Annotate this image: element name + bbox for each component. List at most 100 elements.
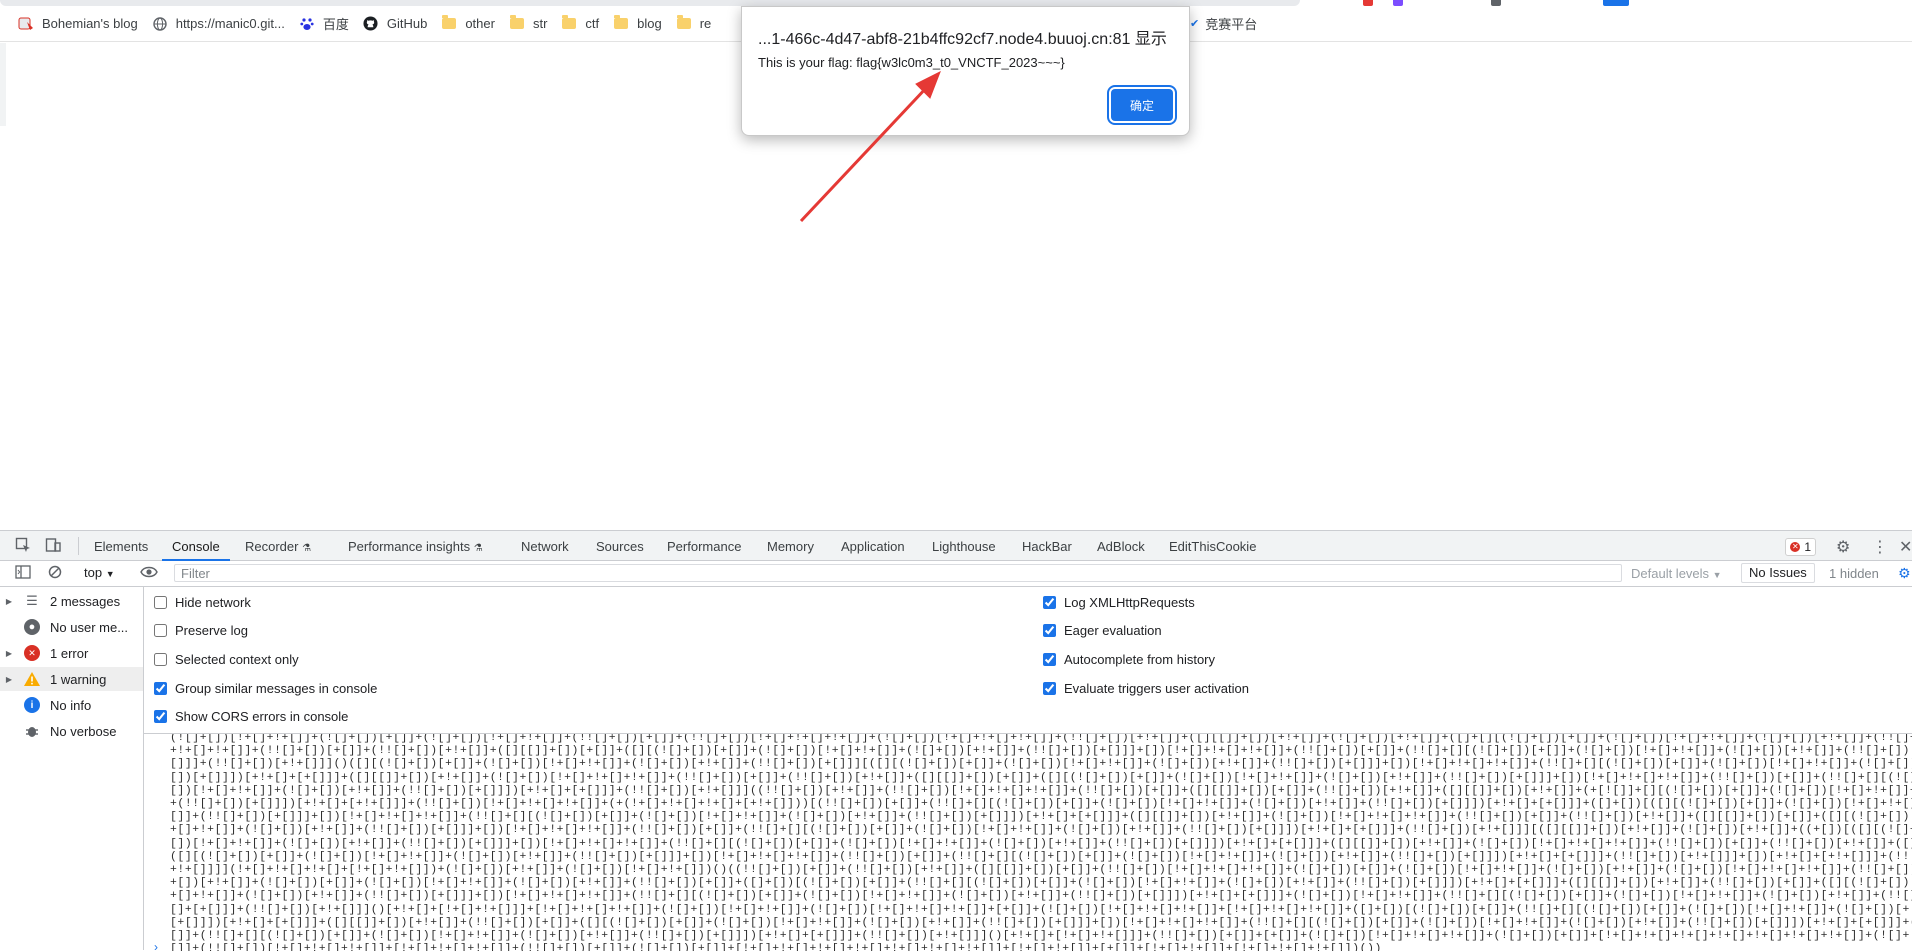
filter-input[interactable]: [174, 564, 1622, 582]
sidebar-label: No user me...: [50, 619, 129, 635]
tab-performance-insights[interactable]: Performance insights ⚗: [348, 531, 483, 561]
error-icon: ✕: [24, 645, 40, 661]
option-preserve-log[interactable]: Preserve log: [154, 623, 248, 638]
bookmark-folder-blog[interactable]: blog: [611, 10, 670, 38]
list-icon: ☰: [26, 593, 38, 608]
sidebar-item-messages[interactable]: ▶ ☰ 2 messages: [0, 589, 143, 613]
option-label: Eager evaluation: [1064, 623, 1162, 638]
group-similar-checkbox[interactable]: [154, 682, 167, 695]
eager-evaluation-checkbox[interactable]: [1043, 624, 1056, 637]
tab-application[interactable]: Application: [841, 531, 905, 561]
dialog-message: This is your flag: flag{w3lc0m3_t0_VNCTF…: [758, 55, 1065, 70]
baidu-paw-icon: [299, 16, 315, 32]
tab-hackbar[interactable]: HackBar: [1022, 531, 1072, 561]
blog-favicon-icon: [18, 16, 34, 32]
close-icon[interactable]: ✕: [1899, 537, 1912, 557]
tab-console[interactable]: Console: [162, 531, 230, 561]
warning-icon: [24, 671, 40, 687]
chevron-icon: ✔: [1190, 18, 1200, 30]
inspect-element-icon[interactable]: [14, 537, 32, 555]
option-group-similar[interactable]: Group similar messages in console: [154, 681, 377, 696]
folder-icon: [441, 15, 457, 32]
sidebar-item-warnings[interactable]: ▶ 1 warning: [0, 667, 143, 691]
hide-network-checkbox[interactable]: [154, 596, 167, 609]
option-selected-context[interactable]: Selected context only: [154, 652, 299, 667]
console-settings-gear-icon[interactable]: ⚙: [1898, 565, 1911, 582]
gear-icon[interactable]: ⚙: [1836, 537, 1850, 557]
evaluate-triggers-checkbox[interactable]: [1043, 682, 1056, 695]
log-levels-dropdown[interactable]: Default levels ▼: [1631, 566, 1722, 581]
option-label: Group similar messages in console: [175, 681, 378, 696]
cors-errors-checkbox[interactable]: [154, 710, 167, 723]
bookmark-folder-other[interactable]: other: [439, 10, 503, 38]
bookmark-contest-platform[interactable]: ✔ 竞赛平台: [1190, 14, 1257, 33]
tab-label: Performance insights: [348, 539, 471, 554]
autocomplete-history-checkbox[interactable]: [1043, 653, 1056, 666]
sidebar-item-info[interactable]: i No info: [0, 693, 143, 717]
expand-triangle-icon: ▶: [5, 674, 13, 684]
tab-editthiscookie[interactable]: EditThisCookie: [1169, 531, 1256, 561]
bookmark-label: Bohemian's blog: [42, 16, 138, 31]
expand-triangle-icon: ▶: [5, 648, 13, 658]
sidebar-item-verbose[interactable]: No verbose: [0, 719, 143, 743]
context-selector[interactable]: top ▼: [84, 565, 115, 580]
context-label: top: [84, 565, 103, 580]
option-evaluate-triggers[interactable]: Evaluate triggers user activation: [1043, 681, 1249, 696]
tab-sources[interactable]: Sources: [596, 531, 644, 561]
issues-button[interactable]: No Issues: [1741, 563, 1815, 583]
bookmark-github[interactable]: GitHub: [361, 10, 435, 38]
bug-icon: [24, 723, 40, 739]
dialog-ok-button[interactable]: 确定: [1111, 89, 1173, 121]
eye-icon[interactable]: [140, 565, 158, 583]
tab-lighthouse[interactable]: Lighthouse: [932, 531, 996, 561]
bookmark-baidu[interactable]: 百度: [297, 10, 357, 38]
bookmark-label: re: [699, 16, 712, 31]
tab-performance[interactable]: Performance: [667, 531, 741, 561]
info-icon: i: [24, 697, 40, 713]
sidebar-label: 1 warning: [50, 671, 107, 687]
bookmark-folder-str[interactable]: str: [507, 10, 555, 38]
bookmark-manic0[interactable]: https://manic0.git...: [150, 10, 293, 38]
page-edge: [0, 43, 6, 126]
tab-memory[interactable]: Memory: [767, 531, 814, 561]
device-toolbar-icon[interactable]: [44, 537, 62, 555]
console-settings-pane: Hide network Preserve log Selected conte…: [144, 587, 1912, 724]
user-icon: ●: [24, 619, 40, 635]
selected-context-checkbox[interactable]: [154, 653, 167, 666]
tab-elements[interactable]: Elements: [94, 531, 148, 561]
tab-recorder[interactable]: Recorder ⚗: [245, 531, 311, 561]
option-autocomplete-history[interactable]: Autocomplete from history: [1043, 652, 1215, 667]
bookmark-folder-re[interactable]: re: [674, 10, 720, 38]
sidebar-item-user-messages[interactable]: ● No user me...: [0, 615, 143, 639]
bookmark-label: 百度: [322, 17, 349, 32]
tab-adblock[interactable]: AdBlock: [1097, 531, 1145, 561]
flask-icon: ⚗: [302, 543, 312, 554]
bookmark-label: GitHub: [386, 16, 428, 31]
error-count-badge[interactable]: ✕ 1: [1785, 538, 1816, 556]
bookmark-bohemian-blog[interactable]: Bohemian's blog: [16, 10, 146, 38]
option-label: Hide network: [175, 595, 251, 610]
option-eager-evaluation[interactable]: Eager evaluation: [1043, 623, 1162, 638]
tab-network[interactable]: Network: [521, 531, 569, 561]
clear-console-icon[interactable]: [46, 565, 64, 583]
bookmark-folder-ctf[interactable]: ctf: [559, 10, 607, 38]
github-icon: [363, 16, 379, 32]
log-xhr-checkbox[interactable]: [1043, 596, 1056, 609]
option-label: Autocomplete from history: [1064, 652, 1216, 667]
more-options-icon[interactable]: ⋮: [1872, 537, 1888, 557]
option-log-xhr[interactable]: Log XMLHttpRequests: [1043, 595, 1195, 610]
sidebar-toggle-icon[interactable]: [14, 565, 32, 583]
console-output[interactable]: (![]+[])[!+[]+!+[]]+(![]+[])[+[]]+(![]+[…: [144, 733, 1912, 951]
error-icon: ✕: [1790, 542, 1801, 552]
option-label: Log XMLHttpRequests: [1064, 595, 1195, 610]
folder-icon: [561, 15, 577, 32]
console-sidebar: ▶ ☰ 2 messages ● No user me... ▶ ✕ 1 err…: [0, 587, 144, 950]
folder-icon: [676, 15, 692, 32]
bookmark-label: str: [532, 16, 548, 31]
option-hide-network[interactable]: Hide network: [154, 595, 251, 610]
preserve-log-checkbox[interactable]: [154, 624, 167, 637]
flask-icon: ⚗: [473, 543, 483, 554]
option-cors-errors[interactable]: Show CORS errors in console: [154, 709, 348, 724]
sidebar-item-errors[interactable]: ▶ ✕ 1 error: [0, 641, 143, 665]
console-prompt-icon[interactable]: ›: [154, 940, 158, 951]
